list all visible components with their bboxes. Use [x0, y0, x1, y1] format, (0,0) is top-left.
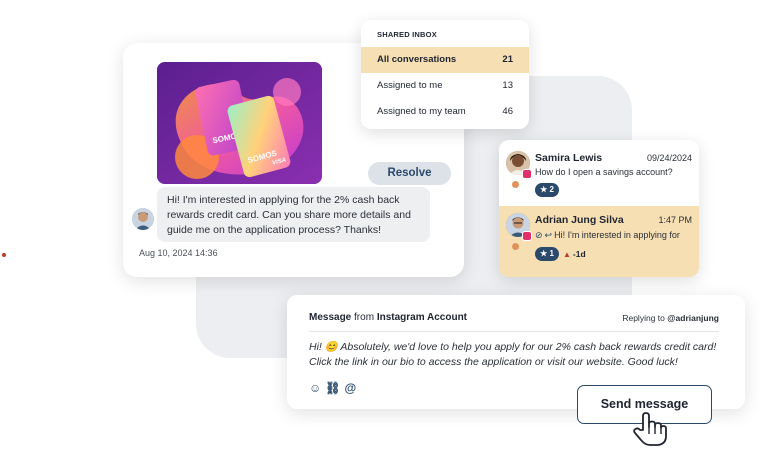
replying-handle: @adrianjung	[667, 313, 719, 323]
resolve-button[interactable]: Resolve	[368, 162, 451, 185]
priority-badge: ★ 2	[535, 183, 559, 197]
reply-text-area[interactable]: Hi! 😊 Absolutely, we'd love to help you …	[309, 340, 719, 370]
contact-name: Samira Lewis	[535, 152, 603, 164]
shared-inbox-panel: SHARED INBOX All conversations 21 Assign…	[361, 20, 529, 129]
star-icon: ★	[540, 249, 548, 258]
star-icon: ★	[540, 185, 548, 194]
attachment-icon[interactable]: @	[345, 381, 357, 395]
composer-source: Instagram Account	[376, 312, 468, 323]
emoji-icon[interactable]: ☺	[309, 381, 321, 395]
instagram-icon	[522, 231, 532, 241]
message-timestamp: Aug 10, 2024 14:36	[139, 248, 218, 258]
composer-toolbar: ☺ ⛓ @	[309, 381, 360, 395]
priority-count: 2	[549, 185, 554, 194]
avatar	[132, 208, 154, 230]
sla-value: -1d	[572, 249, 586, 259]
conversation-list: Samira Lewis 09/24/2024 How do I open a …	[499, 140, 699, 277]
inbox-row-count: 13	[502, 80, 513, 91]
link-icon[interactable]: ⛓	[325, 381, 340, 395]
conversation-time: 1:47 PM	[658, 215, 692, 225]
status-dot	[512, 181, 519, 188]
inbox-row-assigned-to-my-team[interactable]: Assigned to my team 46	[361, 99, 529, 125]
inbox-row-count: 21	[502, 54, 513, 65]
inbox-row-label: Assigned to my team	[377, 106, 466, 117]
inbox-row-label: Assigned to me	[377, 80, 443, 91]
conversation-item-selected[interactable]: Adrian Jung Silva 1:47 PM ⊘ ↩ Hi! I'm inte…	[499, 206, 699, 277]
priority-badge: ★ 1	[535, 247, 559, 261]
attachment-icon: ⊘	[535, 230, 543, 240]
replying-to: Replying to @adrianjung	[622, 313, 719, 323]
composer-from: from	[354, 312, 375, 323]
composer-header: Message from Instagram Account	[309, 312, 467, 323]
instagram-icon	[522, 169, 532, 179]
sla-badge: ▲ -1d	[563, 247, 586, 262]
conversation-date: 09/24/2024	[646, 153, 692, 163]
promo-image: SOMOS SOMOS VISA	[157, 62, 322, 184]
contact-name: Adrian Jung Silva	[535, 214, 624, 226]
inbox-row-count: 46	[502, 106, 513, 117]
message-bubble: Hi! I'm interested in applying for the 2…	[157, 187, 430, 242]
conversation-item[interactable]: Samira Lewis 09/24/2024 How do I open a …	[499, 140, 699, 206]
priority-count: 1	[549, 249, 554, 258]
inbox-row-all-conversations[interactable]: All conversations 21	[361, 47, 529, 73]
message-preview-row: ⊘ ↩ Hi! I'm interested in applying for	[535, 230, 680, 241]
pointer-hand-icon	[633, 412, 667, 446]
replying-prefix: Replying to	[622, 313, 665, 323]
status-dot	[512, 243, 519, 250]
reply-icon: ↩	[544, 230, 553, 240]
message-preview: Hi! I'm interested in applying for	[554, 230, 680, 240]
inbox-row-label: All conversations	[377, 54, 457, 65]
divider	[309, 331, 719, 332]
warning-icon: ▲	[563, 250, 571, 259]
message-preview: How do I open a savings account?	[535, 167, 673, 177]
inbox-title: SHARED INBOX	[377, 30, 437, 39]
decorative-dot	[2, 253, 6, 257]
inbox-row-assigned-to-me[interactable]: Assigned to me 13	[361, 73, 529, 99]
composer-prefix: Message	[309, 312, 352, 323]
